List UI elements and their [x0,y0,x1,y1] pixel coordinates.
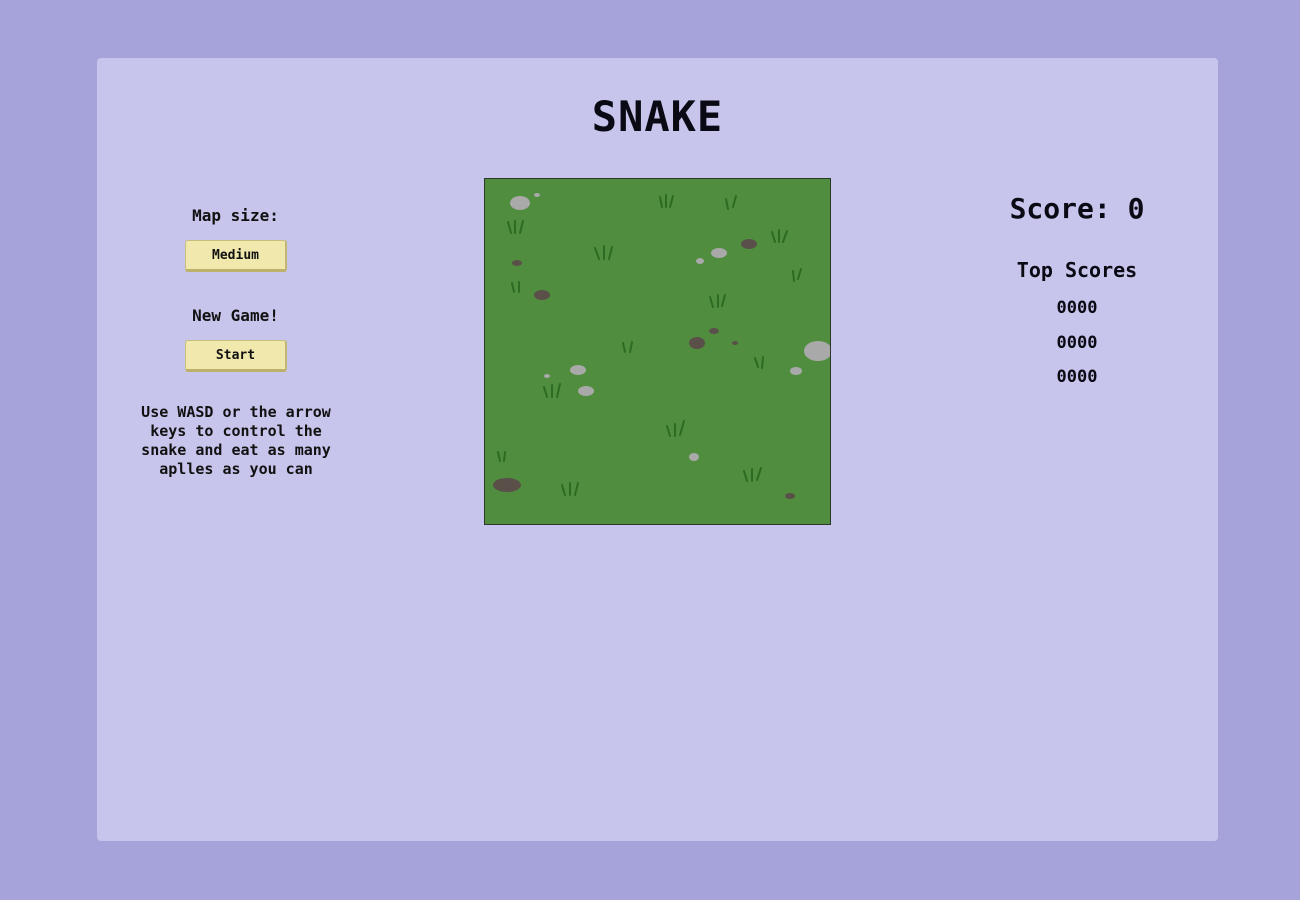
rock-icon [785,493,795,499]
stone-icon [570,365,586,375]
map-size-button[interactable]: Medium [185,240,287,272]
stone-icon [510,196,530,210]
grass-field [485,179,830,524]
controls-column: Map size: Medium New Game! Start Use WAS… [97,58,374,841]
top-score-entry: 0000 [1056,332,1098,353]
rock-icon [709,328,719,334]
stone-icon [790,367,802,375]
rock-icon [493,478,521,492]
stone-icon [578,386,594,396]
rock-icon [741,239,757,249]
top-score-entry: 0000 [1056,367,1098,387]
top-score-entry: 0000 [1056,298,1098,318]
score-display: Score: 0 [1009,192,1145,225]
stone-icon [696,258,704,264]
stone-icon [544,374,550,378]
stone-icon [689,453,699,461]
rock-icon [689,337,705,349]
start-button[interactable]: Start [185,340,287,372]
rock-icon [732,341,738,345]
stone-icon [711,248,727,258]
game-board[interactable] [484,178,831,525]
instructions-text: Use WASD or the arrow keys to control th… [141,403,331,478]
new-game-label: New Game! [192,306,279,325]
game-panel: SNAKE Map size: Medium New Game! Start U… [97,58,1218,841]
top-scores-title: Top Scores [1016,258,1138,282]
rock-icon [512,260,522,266]
top-scores-list: 0000 0000 0000 [977,298,1177,402]
rock-icon [534,290,550,300]
map-size-label: Map size: [192,206,279,225]
stone-icon [534,193,540,197]
